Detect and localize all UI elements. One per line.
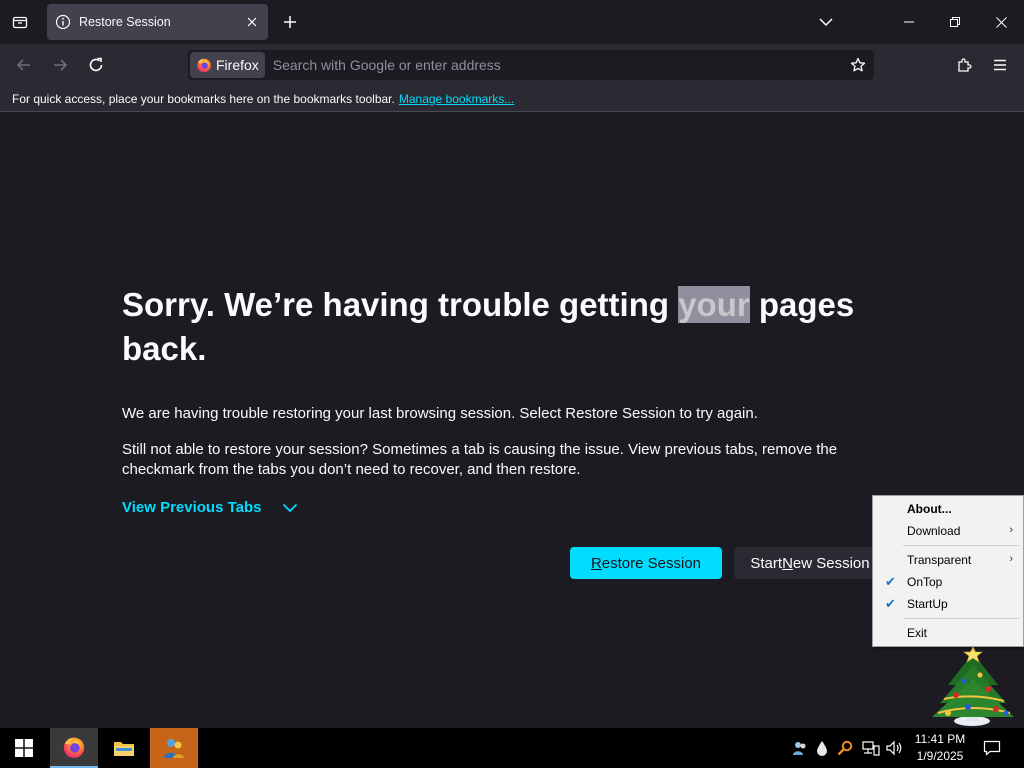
droplet-icon — [817, 741, 827, 756]
clock-time: 11:41 PM — [914, 732, 966, 746]
list-all-tabs-button[interactable] — [812, 8, 840, 36]
manage-bookmarks-link[interactable]: Manage bookmarks... — [399, 92, 514, 106]
minimize-button[interactable] — [886, 0, 932, 44]
chevron-down-icon — [282, 503, 297, 512]
menu-item-download[interactable]: Download › — [875, 520, 1021, 542]
tray-volume[interactable] — [884, 728, 906, 768]
tray-droplet[interactable] — [813, 728, 831, 768]
people-icon — [793, 742, 806, 755]
chevron-down-icon — [819, 18, 833, 27]
identity-label: Firefox — [216, 57, 259, 73]
menu-item-exit[interactable]: Exit — [875, 622, 1021, 644]
taskbar: 11:41 PM 1/9/2025 — [0, 728, 1024, 768]
start-button[interactable] — [0, 728, 48, 768]
menu-item-transparent[interactable]: Transparent › — [875, 549, 1021, 571]
start-new-session-button[interactable]: Start New Session — [734, 547, 886, 579]
speaker-icon — [886, 740, 902, 756]
menu-item-label: Transparent — [907, 553, 972, 567]
error-description: We are having trouble restoring your las… — [122, 405, 758, 422]
tab-title: Restore Session — [79, 15, 171, 29]
address-input[interactable]: Search with Google or enter address — [273, 57, 844, 73]
bookmark-star-button[interactable] — [844, 51, 872, 79]
page-content: Sorry. We’re having trouble getting your… — [0, 113, 1024, 728]
error-help-text: Still not able to restore your session? … — [122, 441, 838, 478]
accesskey: R — [590, 554, 602, 572]
close-icon — [247, 17, 257, 27]
new-tab-button[interactable] — [276, 8, 304, 36]
restore-session-button[interactable]: Restore Session — [570, 547, 722, 579]
page-title: Sorry. We’re having trouble getting your… — [122, 283, 862, 371]
hamburger-icon — [994, 59, 1006, 71]
action-center-button[interactable] — [976, 728, 1008, 768]
app-menu-button[interactable] — [984, 49, 1016, 81]
notification-icon — [983, 740, 1001, 756]
firefox-logo-icon — [63, 737, 85, 758]
firefox-view-icon — [12, 16, 28, 29]
menu-item-label: StartUp — [907, 597, 948, 611]
close-icon — [995, 16, 1007, 28]
button-text: estore Session — [601, 554, 702, 572]
menu-item-startup[interactable]: ✔ StartUp — [875, 593, 1021, 615]
extensions-button[interactable] — [948, 49, 980, 81]
tray-context-menu: About... Download › Transparent › ✔ OnTop ✔… — [872, 495, 1024, 647]
accesskey: N — [782, 554, 793, 572]
menu-item-label: Exit — [907, 626, 928, 640]
reload-button[interactable] — [80, 49, 112, 81]
tray-search-tool[interactable] — [835, 728, 855, 768]
arrow-left-icon — [16, 59, 30, 71]
windows-logo-icon — [15, 739, 33, 757]
view-previous-tabs-toggle[interactable]: View Previous Tabs — [122, 499, 298, 516]
info-icon — [55, 14, 71, 30]
heading-selection: your — [678, 286, 750, 323]
magnifier-icon — [837, 740, 853, 756]
button-text: Start — [750, 554, 783, 572]
arrow-right-icon — [54, 59, 68, 71]
reload-icon — [89, 57, 103, 72]
network-icon — [862, 741, 880, 756]
puzzle-icon — [958, 58, 972, 72]
taskbar-clock[interactable]: 11:41 PM 1/9/2025 — [912, 731, 968, 765]
submenu-arrow-icon: › — [1009, 553, 1013, 565]
window-controls — [886, 0, 1024, 44]
checkmark-icon: ✔ — [885, 596, 896, 611]
firefox-logo-icon — [197, 58, 211, 73]
back-button[interactable] — [8, 49, 40, 81]
button-text: ew Session — [792, 554, 870, 572]
restore-button[interactable] — [932, 0, 978, 44]
heading-part: Sorry. We’re having trouble getting — [122, 286, 679, 323]
close-window-button[interactable] — [978, 0, 1024, 44]
clock-date: 1/9/2025 — [916, 749, 964, 763]
taskbar-firefox[interactable] — [50, 728, 98, 768]
restore-window-icon — [950, 17, 960, 27]
star-icon — [850, 57, 866, 72]
url-bar[interactable]: Firefox Search with Google or enter addr… — [188, 50, 874, 80]
taskbar-app[interactable] — [150, 728, 198, 768]
christmas-tree-widget[interactable] — [926, 645, 1020, 729]
tab-close-button[interactable] — [244, 14, 260, 30]
menu-separator — [903, 545, 1019, 546]
tray-app-icon[interactable] — [790, 728, 810, 768]
tab-restore-session[interactable]: Restore Session — [47, 4, 268, 40]
menu-separator — [903, 618, 1019, 619]
bookmarks-toolbar: For quick access, place your bookmarks h… — [0, 86, 1024, 112]
menu-item-about[interactable]: About... — [875, 498, 1021, 520]
tray-network[interactable] — [860, 728, 882, 768]
menu-item-label: Download — [907, 524, 961, 538]
folder-icon — [114, 742, 134, 756]
users-icon — [164, 739, 184, 758]
submenu-arrow-icon: › — [1009, 524, 1013, 536]
taskbar-file-explorer[interactable] — [100, 728, 148, 768]
minimize-icon — [904, 21, 914, 23]
menu-item-label: OnTop — [907, 575, 943, 589]
view-previous-tabs-label: View Previous Tabs — [122, 499, 262, 516]
plus-icon — [284, 16, 296, 28]
menu-item-ontop[interactable]: ✔ OnTop — [875, 571, 1021, 593]
firefox-view-button[interactable] — [4, 6, 36, 38]
checkmark-icon: ✔ — [885, 574, 896, 589]
tab-strip: Restore Session — [0, 0, 1024, 44]
bookmarks-toolbar-message: For quick access, place your bookmarks h… — [12, 91, 395, 106]
menu-item-label: About... — [907, 502, 952, 516]
identity-box[interactable]: Firefox — [190, 52, 265, 78]
forward-button[interactable] — [44, 49, 76, 81]
